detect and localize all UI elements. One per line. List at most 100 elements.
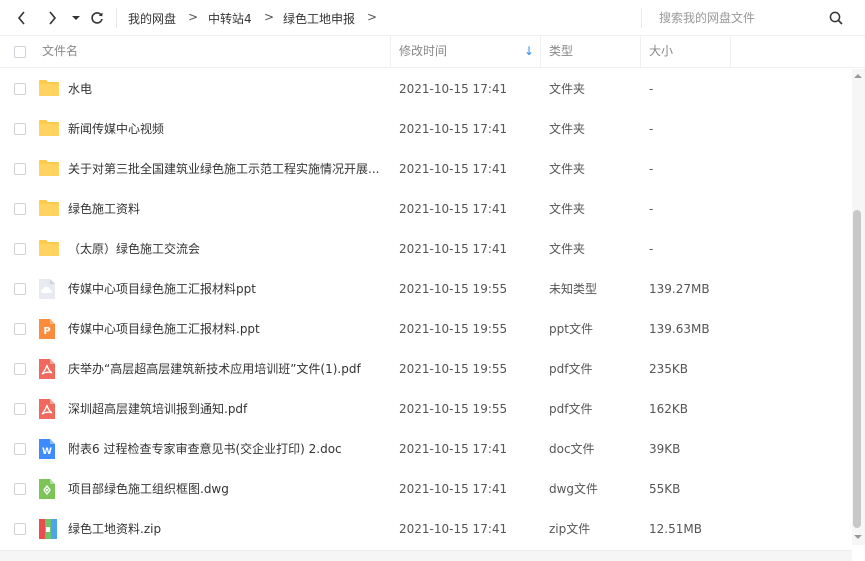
doc-file-icon: W — [38, 438, 58, 460]
file-name[interactable]: 绿色施工资料 — [68, 201, 384, 217]
file-modified-time: 2021-10-15 19:55 — [399, 282, 508, 296]
search-button[interactable] — [826, 9, 846, 27]
file-row[interactable]: 关于对第三批全国建筑业绿色施工示范工程实施情况开展... 2021-10-15 1… — [0, 149, 852, 189]
folder-icon — [38, 238, 59, 260]
file-modified-time: 2021-10-15 17:41 — [399, 242, 508, 256]
folder-icon — [38, 78, 59, 100]
row-checkbox[interactable] — [14, 83, 26, 95]
column-size-header[interactable]: 大小 — [649, 36, 673, 67]
file-name[interactable]: 庆举办“高层超高层建筑新技术应用培训班”文件(1).pdf — [68, 361, 384, 377]
file-name[interactable]: 绿色工地资料.zip — [68, 521, 384, 537]
column-divider — [730, 36, 731, 67]
refresh-button[interactable] — [88, 9, 106, 27]
row-checkbox[interactable] — [14, 243, 26, 255]
history-dropdown-button[interactable] — [70, 9, 82, 27]
file-name[interactable]: 深圳超高层建筑培训报到通知.pdf — [68, 401, 384, 417]
file-name[interactable]: （太原）绿色施工交流会 — [68, 241, 384, 257]
search-icon — [829, 11, 843, 25]
file-name[interactable]: 附表6 过程检查专家审查意见书(交企业打印) 2.doc — [68, 441, 384, 457]
file-row[interactable]: 庆举办“高层超高层建筑新技术应用培训班”文件(1).pdf 2021-10-15 … — [0, 349, 852, 389]
file-name[interactable]: 水电 — [68, 81, 384, 97]
file-name[interactable]: 项目部绿色施工组织框图.dwg — [68, 481, 384, 497]
file-type: 文件夹 — [549, 82, 586, 96]
file-modified-time: 2021-10-15 19:55 — [399, 362, 508, 376]
file-row[interactable]: 传媒中心项目绿色施工汇报材料ppt 2021-10-15 19:55 未知类型 139… — [0, 269, 852, 309]
file-row[interactable]: 新闻传媒中心视频 2021-10-15 17:41 文件夹 - — [0, 109, 852, 149]
file-name[interactable]: 传媒中心项目绿色施工汇报材料ppt — [68, 281, 384, 297]
file-type: ppt文件 — [549, 322, 593, 336]
file-name[interactable]: 新闻传媒中心视频 — [68, 121, 384, 137]
folder-icon — [38, 118, 59, 140]
file-row[interactable]: 深圳超高层建筑培训报到通知.pdf 2021-10-15 19:55 pdf文件 16… — [0, 389, 852, 429]
pdf-file-icon — [38, 358, 58, 380]
breadcrumb-item-current[interactable]: 绿色工地申报 — [283, 10, 355, 27]
breadcrumb-item-root[interactable]: 我的网盘 — [128, 10, 176, 27]
chevron-left-icon — [17, 11, 25, 25]
file-modified-time: 2021-10-15 19:55 — [399, 322, 508, 336]
row-checkbox[interactable] — [14, 483, 26, 495]
file-size: 235KB — [649, 362, 689, 376]
file-size: 139.27MB — [649, 282, 710, 296]
file-type: dwg文件 — [549, 482, 599, 496]
zip-file-icon — [38, 518, 58, 540]
column-type-header[interactable]: 类型 — [549, 36, 573, 67]
row-checkbox[interactable] — [14, 163, 26, 175]
file-size: - — [649, 202, 654, 216]
refresh-icon — [91, 12, 103, 24]
file-modified-time: 2021-10-15 17:41 — [399, 162, 508, 176]
row-checkbox[interactable] — [14, 523, 26, 535]
forward-button[interactable] — [44, 9, 60, 27]
folder-icon — [38, 198, 59, 220]
file-row[interactable]: 绿色施工资料 2021-10-15 17:41 文件夹 - — [0, 189, 852, 229]
breadcrumb-separator: > — [367, 10, 378, 24]
file-row[interactable]: P 传媒中心项目绿色施工汇报材料.ppt 2021-10-15 19:55 ppt文件… — [0, 309, 852, 349]
row-checkbox[interactable] — [14, 323, 26, 335]
file-row[interactable]: 项目部绿色施工组织框图.dwg 2021-10-15 17:41 dwg文件 55KB — [0, 469, 852, 509]
row-checkbox[interactable] — [14, 283, 26, 295]
chevron-right-icon — [49, 11, 57, 25]
scroll-down-arrow-icon[interactable] — [853, 533, 863, 541]
file-name[interactable]: 关于对第三批全国建筑业绿色施工示范工程实施情况开展... — [68, 161, 384, 177]
file-row[interactable]: W 附表6 过程检查专家审查意见书(交企业打印) 2.doc 2021-10-15 … — [0, 429, 852, 469]
file-name[interactable]: 传媒中心项目绿色施工汇报材料.ppt — [68, 321, 384, 337]
file-size: 55KB — [649, 482, 681, 496]
file-list: 水电 2021-10-15 17:41 文件夹 - 新闻传媒中心视频 2021-10-15… — [0, 69, 852, 551]
svg-text:P: P — [43, 326, 50, 337]
file-row[interactable]: 绿色工地资料.zip 2021-10-15 17:41 zip文件 12.51MB — [0, 509, 852, 549]
file-row[interactable]: （太原）绿色施工交流会 2021-10-15 17:41 文件夹 - — [0, 229, 852, 269]
file-modified-time: 2021-10-15 17:41 — [399, 522, 508, 536]
scroll-up-arrow-icon[interactable] — [853, 72, 863, 80]
select-all-checkbox[interactable] — [14, 46, 26, 58]
vertical-scrollbar-thumb[interactable] — [853, 210, 861, 528]
file-type: 文件夹 — [549, 162, 586, 176]
row-checkbox[interactable] — [14, 363, 26, 375]
breadcrumb-separator: > — [264, 10, 275, 24]
file-row[interactable]: 水电 2021-10-15 17:41 文件夹 - — [0, 69, 852, 109]
sort-desc-icon[interactable]: ↓ — [524, 36, 534, 67]
row-checkbox[interactable] — [14, 123, 26, 135]
file-size: 39KB — [649, 442, 681, 456]
pdf-file-icon — [38, 398, 58, 420]
file-size: - — [649, 242, 654, 256]
file-type: pdf文件 — [549, 362, 593, 376]
breadcrumb-item-folder[interactable]: 中转站4 — [208, 10, 252, 27]
caret-down-icon — [72, 16, 80, 20]
horizontal-scrollbar[interactable] — [0, 550, 852, 561]
file-size: - — [649, 162, 654, 176]
row-checkbox[interactable] — [14, 443, 26, 455]
unknown-file-icon — [38, 278, 58, 300]
row-checkbox[interactable] — [14, 403, 26, 415]
row-checkbox[interactable] — [14, 203, 26, 215]
search-input[interactable] — [651, 6, 821, 30]
column-modified-header[interactable]: 修改时间 — [399, 36, 447, 67]
column-name-header[interactable]: 文件名 — [42, 36, 78, 67]
file-modified-time: 2021-10-15 19:55 — [399, 402, 508, 416]
column-divider — [540, 36, 541, 67]
file-size: - — [649, 122, 654, 136]
svg-text:W: W — [42, 447, 52, 457]
file-type: 文件夹 — [549, 242, 586, 256]
file-modified-time: 2021-10-15 17:41 — [399, 82, 508, 96]
toolbar: 我的网盘 > 中转站4 > 绿色工地申报 > — [0, 0, 865, 36]
back-button[interactable] — [14, 9, 30, 27]
file-type: 文件夹 — [549, 202, 586, 216]
